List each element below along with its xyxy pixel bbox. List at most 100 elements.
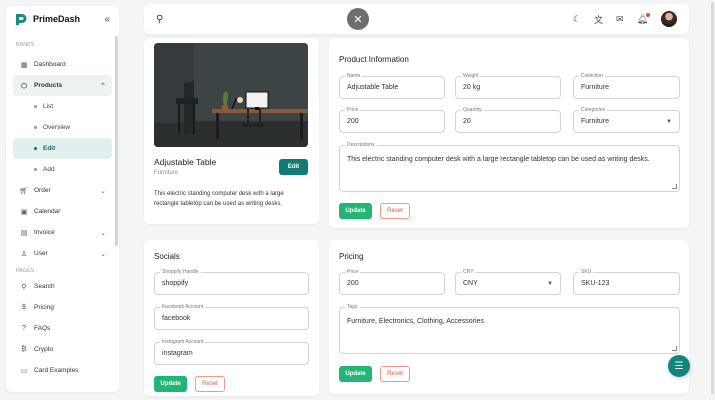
sidebar-item-faqs[interactable]: ? FAQs xyxy=(13,318,112,339)
product-description: This electric standing computer desk wit… xyxy=(154,191,284,207)
sidebar-scrollbar[interactable] xyxy=(115,36,118,246)
field-label: Instagram Account xyxy=(160,339,206,346)
field-label: Price xyxy=(345,107,361,114)
sidebar-item-label: Add xyxy=(43,166,55,173)
sidebar-item-label: Card Examples xyxy=(34,367,79,374)
weight-field[interactable]: Weight 20 kg xyxy=(455,73,561,99)
search-icon[interactable]: ⚲ xyxy=(156,14,163,25)
price-field[interactable]: Price 200 xyxy=(339,107,445,133)
sidebar-item-label: User xyxy=(34,250,48,257)
bitcoin-icon: ₿ xyxy=(21,346,27,353)
edit-button[interactable]: Edit xyxy=(279,159,308,175)
box-icon: ⬡ xyxy=(20,82,28,90)
sidebar-item-dashboard[interactable]: ▦ Dashboard xyxy=(13,54,112,75)
sidebar-item-crypto[interactable]: ₿ Crypto xyxy=(13,339,112,360)
avatar[interactable] xyxy=(661,11,677,27)
field-label: Categories xyxy=(579,107,608,114)
close-button[interactable]: ✕ xyxy=(347,8,369,30)
bullet-icon xyxy=(34,147,37,150)
sidebar-item-search[interactable]: ⚲ Search xyxy=(13,276,112,297)
user-icon: ♙ xyxy=(20,250,28,258)
section-label-banks: BANKS xyxy=(16,42,35,48)
cart-icon: 🛒︎ xyxy=(19,187,29,195)
collection-field[interactable]: Collection Furniture xyxy=(573,73,680,99)
field-label: Price xyxy=(345,269,361,276)
pricing-price-field[interactable]: Price 200 xyxy=(339,269,445,295)
sidebar-item-label: Search xyxy=(34,283,55,290)
categories-select[interactable]: Categories Furniture ▼ xyxy=(573,107,680,133)
descriptions-textarea[interactable]: Descriptions This electric standing comp… xyxy=(339,142,680,192)
tags-textarea[interactable]: Tags Furniture, Electronics, Clothing, A… xyxy=(339,304,680,354)
field-value: 20 xyxy=(463,118,471,125)
field-value: instagram xyxy=(162,350,193,357)
field-value: Furniture xyxy=(581,84,610,91)
name-field[interactable]: Name Adjustable Table xyxy=(339,73,445,99)
calendar-icon: ▣ xyxy=(20,208,28,216)
reset-button[interactable]: Reset xyxy=(380,366,410,382)
sidebar-item-label: List xyxy=(43,103,54,110)
resize-handle-icon[interactable] xyxy=(672,346,677,351)
card-title: Pricing xyxy=(339,252,364,261)
sidebar-item-calendar[interactable]: ▣ Calendar xyxy=(13,201,112,222)
field-value: Furniture, Electronics, Clothing, Access… xyxy=(347,318,484,325)
update-button[interactable]: Update xyxy=(339,366,372,382)
translate-icon[interactable]: 文 xyxy=(594,13,603,26)
product-information-card: Product Information Name Adjustable Tabl… xyxy=(329,38,689,228)
currency-select[interactable]: CNY CNY ▼ xyxy=(455,269,561,295)
field-label: Tags xyxy=(345,304,360,311)
reset-button[interactable]: Reset xyxy=(380,203,410,219)
field-value: Furniture xyxy=(581,118,610,125)
sidebar-item-label: Invoice xyxy=(34,229,55,236)
chevron-up-icon: ⌃ xyxy=(100,82,106,90)
field-label: Shoppify Handle xyxy=(160,269,201,276)
moon-icon[interactable]: ☾ xyxy=(573,14,581,25)
product-category: Furniture xyxy=(154,170,179,176)
file-icon: ▤ xyxy=(20,229,28,237)
field-label: SKU xyxy=(579,269,594,276)
quantity-field[interactable]: Quantity 20 xyxy=(455,107,561,133)
field-label: Quantity xyxy=(461,107,484,114)
sidebar: PrimeDash « BANKS ▦ Dashboard ⬡ Products… xyxy=(6,6,119,392)
facebook-account-field[interactable]: Facebook Account facebook xyxy=(154,304,309,330)
reset-button[interactable]: Reset xyxy=(195,376,225,392)
sidebar-item-order[interactable]: 🛒︎ Order ⌄ xyxy=(13,180,112,201)
chevron-down-icon: ⌄ xyxy=(100,229,106,237)
sidebar-item-label: Crypto xyxy=(34,346,54,353)
shopify-handle-field[interactable]: Shoppify Handle shoppify xyxy=(154,269,309,295)
sidebar-item-label: Edit xyxy=(43,145,56,152)
chevron-down-icon: ⌄ xyxy=(100,187,106,195)
sidebar-item-invoice[interactable]: ▤ Invoice ⌄ xyxy=(13,222,112,243)
help-icon: ? xyxy=(22,325,26,332)
sidebar-subitem-edit[interactable]: Edit xyxy=(13,138,112,159)
field-label: Collection xyxy=(579,73,605,80)
resize-handle-icon[interactable] xyxy=(672,184,677,189)
dollar-icon: $ xyxy=(22,304,26,311)
page-scrollbar[interactable] xyxy=(711,2,714,394)
settings-sliders-icon[interactable]: ☰ xyxy=(668,355,690,377)
sku-field[interactable]: SKU SKU-123 xyxy=(573,269,680,295)
sidebar-item-label: Overview xyxy=(43,124,71,131)
field-value: facebook xyxy=(162,315,191,322)
sidebar-subitem-add[interactable]: Add xyxy=(13,159,112,180)
sidebar-subitem-overview[interactable]: Overview xyxy=(13,117,112,138)
sidebar-subitem-list[interactable]: List xyxy=(13,96,112,117)
field-label: Name xyxy=(345,73,363,80)
update-button[interactable]: Update xyxy=(339,203,372,219)
sidebar-item-card-examples[interactable]: ▭ Card Examples xyxy=(13,360,112,381)
bullet-icon xyxy=(34,105,37,108)
pricing-card: Pricing Price 200 CNY CNY ▼ SKU SKU-123 … xyxy=(329,240,689,394)
sidebar-item-pricing[interactable]: $ Pricing xyxy=(13,297,112,318)
instagram-account-field[interactable]: Instagram Account instagram xyxy=(154,339,309,365)
topbar-actions: ☾ 文 ✉ 🔔︎ xyxy=(573,11,677,27)
double-chevron-left-icon[interactable]: « xyxy=(104,14,110,25)
sidebar-item-products[interactable]: ⬡ Products ⌃ xyxy=(13,75,112,96)
field-label: Facebook Account xyxy=(160,304,206,311)
caret-down-icon: ▼ xyxy=(666,118,672,125)
bell-icon[interactable]: 🔔︎ xyxy=(637,12,650,25)
mail-icon[interactable]: ✉ xyxy=(616,14,624,25)
sidebar-item-user[interactable]: ♙ User ⌄ xyxy=(13,243,112,264)
card-icon: ▭ xyxy=(20,367,28,375)
field-value: shoppify xyxy=(162,280,189,287)
update-button[interactable]: Update xyxy=(154,376,187,392)
field-value: CNY xyxy=(463,280,478,287)
